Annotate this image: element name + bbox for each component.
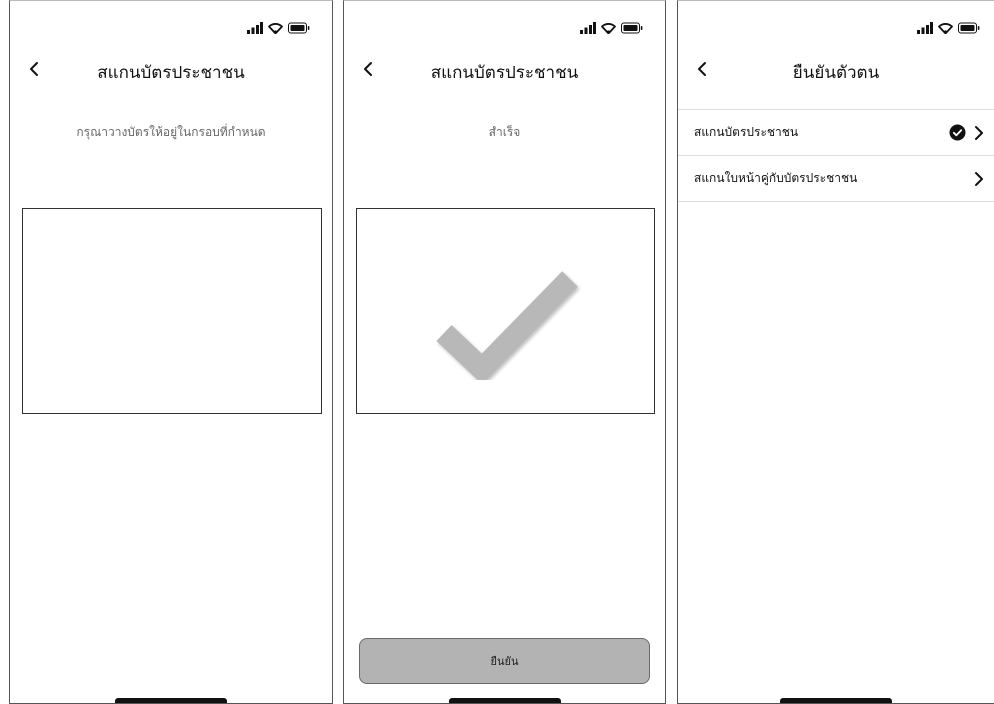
battery-icon <box>288 22 310 34</box>
verify-identity-screen: ยืนยันตัวตน สแกนบัตรประชาชน สแกนใบหน้าคู… <box>677 0 994 704</box>
battery-icon <box>958 22 980 34</box>
home-indicator <box>448 698 561 703</box>
wifi-icon <box>268 23 283 34</box>
wifi-icon <box>938 23 953 34</box>
signal-icon <box>917 22 933 34</box>
status-bar <box>917 21 980 35</box>
chevron-right-icon <box>975 125 983 140</box>
signal-icon <box>247 22 263 34</box>
chevron-right-icon <box>975 171 983 186</box>
back-button[interactable] <box>22 57 46 81</box>
page-title: สแกนบัตรประชาชน <box>430 63 579 83</box>
battery-icon <box>621 22 643 34</box>
signal-icon <box>580 22 596 34</box>
back-button[interactable] <box>356 57 380 81</box>
scan-id-screen: สแกนบัตรประชาชน กรุณาวางบัตรให้อยู่ในกรอ… <box>9 0 333 704</box>
chevron-left-icon <box>698 62 706 76</box>
wifi-icon <box>601 23 616 34</box>
success-text: สำเร็จ <box>488 125 521 139</box>
scan-frame <box>22 208 322 414</box>
list-item-scan-face[interactable]: สแกนใบหน้าคู่กับบัตรประชาชน <box>678 156 994 202</box>
chevron-left-icon <box>364 62 372 76</box>
page-title: สแกนบัตรประชาชน <box>97 63 245 83</box>
list-item-scan-id[interactable]: สแกนบัตรประชาชน <box>678 110 994 156</box>
instruction-text: กรุณาวางบัตรให้อยู่ในกรอบที่กำหนด <box>76 125 266 139</box>
scan-success-screen: สแกนบัตรประชาชน สำเร็จ ยืนยัน <box>343 0 666 704</box>
home-indicator <box>780 698 892 703</box>
check-circle-icon <box>949 124 966 141</box>
verification-steps-list: สแกนบัตรประชาชน สแกนใบหน้าคู่กับบัตรประช… <box>678 109 994 202</box>
scan-frame <box>356 208 655 414</box>
checkmark-icon <box>436 271 578 380</box>
list-item-label: สแกนบัตรประชาชน <box>694 125 799 139</box>
chevron-left-icon <box>30 62 38 76</box>
page-title: ยืนยันตัวตน <box>792 63 880 83</box>
back-button[interactable] <box>690 57 714 81</box>
confirm-button[interactable]: ยืนยัน <box>359 638 650 684</box>
status-bar <box>247 21 310 35</box>
home-indicator <box>115 698 227 703</box>
list-item-label: สแกนใบหน้าคู่กับบัตรประชาชน <box>694 171 858 185</box>
status-bar <box>580 21 643 35</box>
